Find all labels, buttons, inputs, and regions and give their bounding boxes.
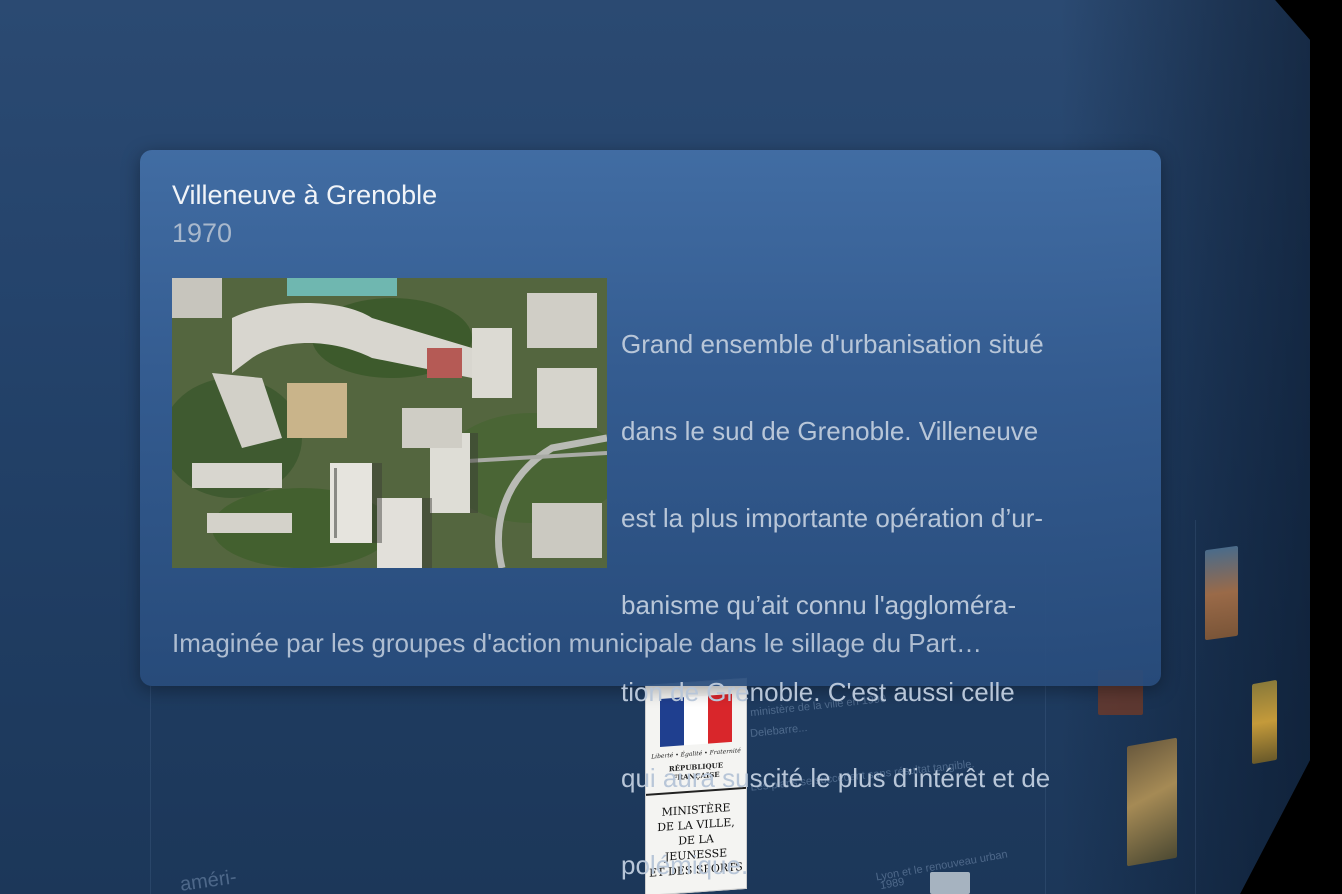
timeline-stage: ministère de la ville en 1990 Delebarre.… (0, 0, 1342, 894)
description-line: est la plus importante opération d’ur- (621, 503, 1044, 534)
info-card[interactable]: Villeneuve à Grenoble 1970 Grand ensembl… (140, 150, 1161, 880)
background-column-divider (150, 686, 151, 894)
background-column-divider (1195, 520, 1196, 894)
description-line: qui aura suscité le plus d’intérêt et de (621, 763, 1051, 794)
card-year: 1970 (172, 218, 233, 248)
description-line: Grand ensemble d'urbanisation situé (621, 329, 1044, 360)
aerial-photo-image (172, 278, 607, 568)
background-thumbnail (1205, 545, 1238, 641)
description-line: dans le sud de Grenoble. Villeneuve (621, 416, 1039, 447)
background-thumbnail (1252, 679, 1277, 765)
card-description: Grand ensemble d'urbanisation situé dans… (621, 280, 1141, 894)
description-line: banisme qu’ait connu l'aggloméra- (621, 589, 1017, 620)
description-line: tion de Grenoble. C'est aussi celle (621, 676, 1015, 707)
description-line: polémique. (621, 850, 749, 881)
card-continuation-text: Imaginée par les groupes d'action munici… (172, 628, 982, 658)
card-title: Villeneuve à Grenoble (172, 180, 438, 210)
